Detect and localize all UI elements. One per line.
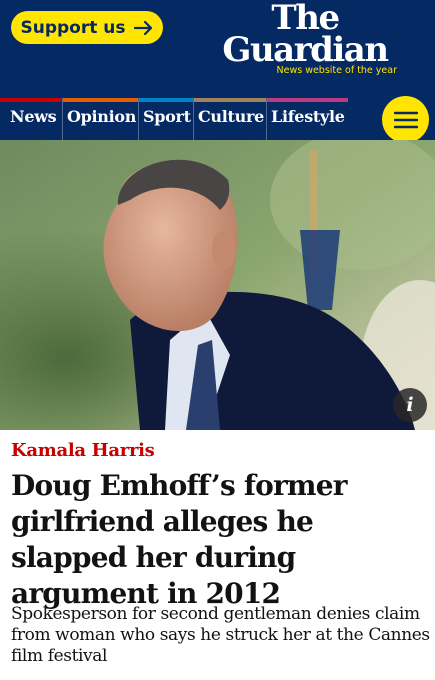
- nav-item-lifestyle[interactable]: Lifestyle: [266, 98, 348, 140]
- nav-item-label: Sport: [143, 107, 191, 126]
- info-icon: i: [406, 394, 414, 416]
- nav-item-culture[interactable]: Culture: [193, 98, 266, 140]
- hamburger-menu-icon: [393, 111, 418, 128]
- hero-photo: [0, 140, 435, 430]
- nav-color-bar: [63, 98, 138, 102]
- arrow-right-icon: [133, 20, 152, 35]
- nav-color-bar: [0, 98, 62, 102]
- article-standfirst: Spokesperson for second gentleman denies…: [11, 604, 430, 666]
- nav-item-label: News: [10, 107, 57, 126]
- support-us-label: Support us: [20, 17, 126, 38]
- logo-tagline: News website of the year: [276, 65, 398, 76]
- hero-image[interactable]: [0, 140, 435, 430]
- nav-item-sport[interactable]: Sport: [138, 98, 193, 140]
- nav-color-bar: [267, 98, 348, 102]
- logo-line-2: Guardian: [222, 30, 389, 70]
- nav-color-bar: [194, 98, 266, 102]
- image-info-button[interactable]: i: [393, 388, 427, 422]
- nav-item-news[interactable]: News: [0, 98, 62, 140]
- support-us-button[interactable]: Support us: [11, 11, 163, 44]
- nav-item-label: Lifestyle: [271, 107, 345, 126]
- article-headline[interactable]: Doug Emhoff’s former girlfriend alleges …: [11, 468, 431, 612]
- nav-item-opinion[interactable]: Opinion: [62, 98, 138, 140]
- nav-color-bar: [139, 98, 193, 102]
- guardian-logo[interactable]: The Guardian News website of the year: [205, 1, 405, 76]
- nav-item-label: Culture: [198, 107, 264, 126]
- masthead: Support us The Guardian News website of …: [0, 0, 435, 98]
- section-nav: News Opinion Sport Culture Lifestyle: [0, 98, 435, 140]
- article-kicker[interactable]: Kamala Harris: [11, 440, 155, 461]
- nav-item-label: Opinion: [67, 107, 137, 126]
- menu-button[interactable]: [382, 96, 429, 143]
